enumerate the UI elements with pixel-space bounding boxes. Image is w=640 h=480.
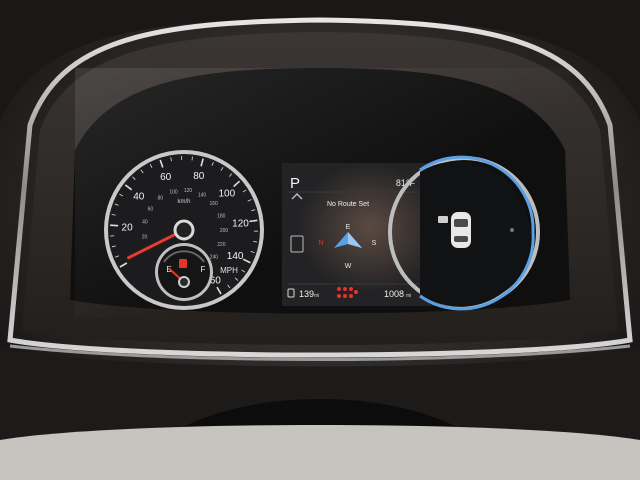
kmh-tick-label: 20 xyxy=(142,234,148,240)
mph-tick-label: 40 xyxy=(133,191,145,202)
kmh-tick-label: 100 xyxy=(169,189,178,195)
kmh-unit-label: km/h xyxy=(177,199,190,205)
fuel-range-value: 139 xyxy=(299,289,314,299)
mph-tick-label: 20 xyxy=(122,222,134,233)
mph-tick-label: 120 xyxy=(232,219,249,230)
fuel-full-label: F xyxy=(201,265,206,274)
kmh-tick-label: 160 xyxy=(209,201,218,207)
mph-tick-mark xyxy=(249,219,258,223)
kmh-tick-label: 200 xyxy=(220,228,229,234)
kmh-tick-label: 40 xyxy=(142,220,148,226)
mph-tick-label: 100 xyxy=(219,188,236,199)
kmh-tick-label: 220 xyxy=(217,242,226,248)
gear-indicator: P xyxy=(290,175,300,192)
route-status: No Route Set xyxy=(327,201,369,208)
mph-tick-label: 60 xyxy=(160,172,172,183)
dashboard-scene: 204060 80100120140160 20406080100 12014016… xyxy=(0,0,640,480)
needle-hub xyxy=(173,219,195,241)
mph-tick-mark xyxy=(110,224,119,227)
screen-reflection xyxy=(282,163,442,306)
fuel-pump-icon xyxy=(179,259,187,268)
odometer-unit: mi xyxy=(406,293,411,299)
odometer-value: 1008 xyxy=(384,289,404,299)
compass-left-label: N xyxy=(318,240,323,247)
kmh-tick-label: 180 xyxy=(217,213,226,219)
compass-right-label: S xyxy=(372,240,377,247)
right-dial-indicator-dot xyxy=(510,228,514,232)
compass-top-label: E xyxy=(346,224,351,231)
kmh-tick-label: 140 xyxy=(198,192,207,198)
kmh-tick-label: 240 xyxy=(210,255,219,261)
center-display: P 81°F No Route Set E S W N 139 mi 1008 … xyxy=(282,163,442,306)
fuel-needle-hub xyxy=(178,276,190,288)
speedometer: 204060 80100120140160 20406080100 12014016… xyxy=(104,150,264,310)
steering-wheel-hub xyxy=(0,425,640,480)
fuel-range-unit: mi xyxy=(314,293,319,299)
kmh-tick-label: 80 xyxy=(158,196,164,202)
kmh-tick-label: 120 xyxy=(184,188,193,194)
kmh-tick-label: 60 xyxy=(148,206,154,212)
mph-tick-label: 140 xyxy=(227,251,244,262)
mph-unit-label: MPH xyxy=(220,266,238,275)
mph-tick-label: 80 xyxy=(193,171,205,182)
compass-bottom-label: W xyxy=(345,263,352,270)
